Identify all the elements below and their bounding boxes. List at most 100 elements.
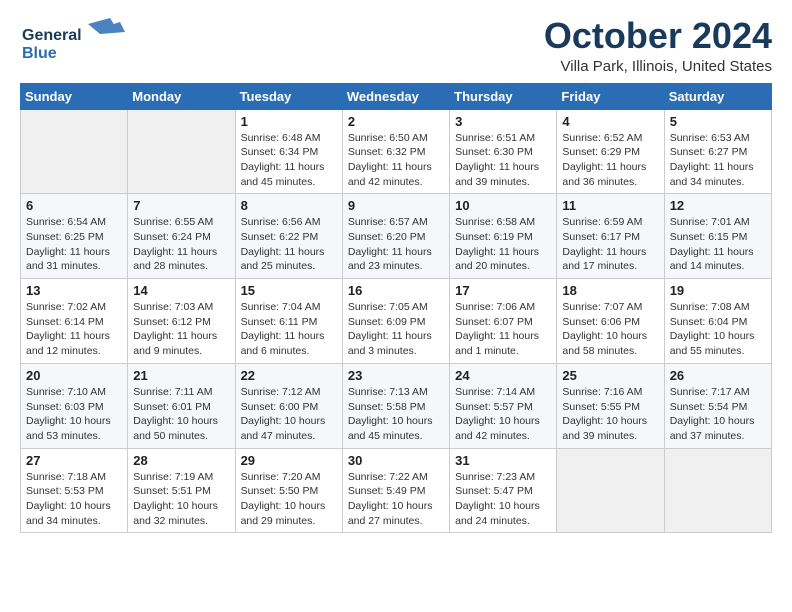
day-header-saturday: Saturday	[664, 83, 771, 109]
calendar-cell: 22Sunrise: 7:12 AMSunset: 6:00 PMDayligh…	[235, 363, 342, 448]
day-number: 1	[241, 114, 337, 129]
day-number: 29	[241, 453, 337, 468]
svg-text:General: General	[22, 27, 82, 44]
calendar-cell: 15Sunrise: 7:04 AMSunset: 6:11 PMDayligh…	[235, 279, 342, 364]
day-number: 17	[455, 283, 551, 298]
day-number: 11	[562, 198, 658, 213]
calendar-cell: 9 Sunrise: 6:57 AMSunset: 6:20 PMDaylight…	[342, 194, 449, 279]
day-number: 6	[26, 198, 122, 213]
calendar-week-row: 13 Sunrise: 7:02 AMSunset: 6:14 PMDayligh…	[21, 279, 772, 364]
calendar-cell: 30 Sunrise: 7:22 AMSunset: 5:49 PMDayligh…	[342, 448, 449, 533]
cell-content: Sunrise: 7:11 AMSunset: 6:01 PMDaylight:…	[133, 385, 229, 444]
cell-content: Sunrise: 7:13 AMSunset: 5:58 PMDaylight:…	[348, 385, 444, 444]
calendar-cell: 18 Sunrise: 7:07 AMSunset: 6:06 PMDayligh…	[557, 279, 664, 364]
calendar-cell: 10 Sunrise: 6:58 AMSunset: 6:19 PMDayligh…	[450, 194, 557, 279]
cell-content: Sunrise: 7:16 AMSunset: 5:55 PMDaylight:…	[562, 385, 658, 444]
calendar-cell	[664, 448, 771, 533]
day-number: 9	[348, 198, 444, 213]
calendar-table: SundayMondayTuesdayWednesdayThursdayFrid…	[20, 83, 772, 534]
day-number: 21	[133, 368, 229, 383]
cell-content: Sunrise: 7:05 AMSunset: 6:09 PMDaylight:…	[348, 300, 444, 359]
day-number: 19	[670, 283, 766, 298]
calendar-cell: 28 Sunrise: 7:19 AMSunset: 5:51 PMDayligh…	[128, 448, 235, 533]
cell-content: Sunrise: 6:48 AMSunset: 6:34 PMDaylight:…	[241, 131, 337, 190]
cell-content: Sunrise: 7:14 AMSunset: 5:57 PMDaylight:…	[455, 385, 551, 444]
cell-content: Sunrise: 6:53 AMSunset: 6:27 PMDaylight:…	[670, 131, 766, 190]
calendar-cell: 7 Sunrise: 6:55 AMSunset: 6:24 PMDaylight…	[128, 194, 235, 279]
day-number: 14	[133, 283, 229, 298]
cell-content: Sunrise: 6:57 AMSunset: 6:20 PMDaylight:…	[348, 215, 444, 274]
day-number: 25	[562, 368, 658, 383]
day-header-friday: Friday	[557, 83, 664, 109]
cell-content: Sunrise: 6:55 AMSunset: 6:24 PMDaylight:…	[133, 215, 229, 274]
day-number: 2	[348, 114, 444, 129]
calendar-header-row: SundayMondayTuesdayWednesdayThursdayFrid…	[21, 83, 772, 109]
cell-content: Sunrise: 7:18 AMSunset: 5:53 PMDaylight:…	[26, 470, 122, 529]
day-header-sunday: Sunday	[21, 83, 128, 109]
calendar-cell: 16Sunrise: 7:05 AMSunset: 6:09 PMDayligh…	[342, 279, 449, 364]
day-number: 22	[241, 368, 337, 383]
day-number: 7	[133, 198, 229, 213]
cell-content: Sunrise: 7:02 AMSunset: 6:14 PMDaylight:…	[26, 300, 122, 359]
cell-content: Sunrise: 7:17 AMSunset: 5:54 PMDaylight:…	[670, 385, 766, 444]
cell-content: Sunrise: 7:19 AMSunset: 5:51 PMDaylight:…	[133, 470, 229, 529]
calendar-cell: 3 Sunrise: 6:51 AMSunset: 6:30 PMDaylight…	[450, 109, 557, 194]
calendar-cell: 13 Sunrise: 7:02 AMSunset: 6:14 PMDayligh…	[21, 279, 128, 364]
calendar-cell	[557, 448, 664, 533]
cell-content: Sunrise: 6:56 AMSunset: 6:22 PMDaylight:…	[241, 215, 337, 274]
logo-svg: General Blue	[20, 16, 130, 66]
location: Villa Park, Illinois, United States	[544, 58, 772, 75]
cell-content: Sunrise: 7:23 AMSunset: 5:47 PMDaylight:…	[455, 470, 551, 529]
month-title: October 2024	[544, 16, 772, 56]
calendar-week-row: 27Sunrise: 7:18 AMSunset: 5:53 PMDayligh…	[21, 448, 772, 533]
cell-content: Sunrise: 6:59 AMSunset: 6:17 PMDaylight:…	[562, 215, 658, 274]
calendar-cell	[128, 109, 235, 194]
calendar-cell: 23Sunrise: 7:13 AMSunset: 5:58 PMDayligh…	[342, 363, 449, 448]
day-number: 28	[133, 453, 229, 468]
day-number: 31	[455, 453, 551, 468]
cell-content: Sunrise: 6:51 AMSunset: 6:30 PMDaylight:…	[455, 131, 551, 190]
day-number: 8	[241, 198, 337, 213]
day-number: 10	[455, 198, 551, 213]
cell-content: Sunrise: 6:58 AMSunset: 6:19 PMDaylight:…	[455, 215, 551, 274]
day-header-monday: Monday	[128, 83, 235, 109]
calendar-cell: 2 Sunrise: 6:50 AMSunset: 6:32 PMDaylight…	[342, 109, 449, 194]
day-number: 18	[562, 283, 658, 298]
calendar-cell: 31 Sunrise: 7:23 AMSunset: 5:47 PMDayligh…	[450, 448, 557, 533]
cell-content: Sunrise: 7:22 AMSunset: 5:49 PMDaylight:…	[348, 470, 444, 529]
calendar-cell: 11 Sunrise: 6:59 AMSunset: 6:17 PMDayligh…	[557, 194, 664, 279]
cell-content: Sunrise: 7:03 AMSunset: 6:12 PMDaylight:…	[133, 300, 229, 359]
calendar-cell	[21, 109, 128, 194]
day-number: 12	[670, 198, 766, 213]
day-header-wednesday: Wednesday	[342, 83, 449, 109]
day-number: 5	[670, 114, 766, 129]
cell-content: Sunrise: 7:08 AMSunset: 6:04 PMDaylight:…	[670, 300, 766, 359]
calendar-cell: 4Sunrise: 6:52 AMSunset: 6:29 PMDaylight…	[557, 109, 664, 194]
day-number: 13	[26, 283, 122, 298]
day-number: 30	[348, 453, 444, 468]
cell-content: Sunrise: 7:07 AMSunset: 6:06 PMDaylight:…	[562, 300, 658, 359]
calendar-cell: 19 Sunrise: 7:08 AMSunset: 6:04 PMDayligh…	[664, 279, 771, 364]
cell-content: Sunrise: 7:20 AMSunset: 5:50 PMDaylight:…	[241, 470, 337, 529]
title-block: October 2024 Villa Park, Illinois, Unite…	[544, 16, 772, 75]
day-header-tuesday: Tuesday	[235, 83, 342, 109]
cell-content: Sunrise: 7:06 AMSunset: 6:07 PMDaylight:…	[455, 300, 551, 359]
day-number: 26	[670, 368, 766, 383]
calendar-cell: 1 Sunrise: 6:48 AMSunset: 6:34 PMDaylight…	[235, 109, 342, 194]
day-header-thursday: Thursday	[450, 83, 557, 109]
day-number: 4	[562, 114, 658, 129]
calendar-cell: 14 Sunrise: 7:03 AMSunset: 6:12 PMDayligh…	[128, 279, 235, 364]
day-number: 3	[455, 114, 551, 129]
calendar-week-row: 20 Sunrise: 7:10 AMSunset: 6:03 PMDayligh…	[21, 363, 772, 448]
cell-content: Sunrise: 6:50 AMSunset: 6:32 PMDaylight:…	[348, 131, 444, 190]
cell-content: Sunrise: 7:04 AMSunset: 6:11 PMDaylight:…	[241, 300, 337, 359]
svg-text:Blue: Blue	[22, 45, 57, 62]
day-number: 20	[26, 368, 122, 383]
cell-content: Sunrise: 6:54 AMSunset: 6:25 PMDaylight:…	[26, 215, 122, 274]
calendar-week-row: 1 Sunrise: 6:48 AMSunset: 6:34 PMDaylight…	[21, 109, 772, 194]
cell-content: Sunrise: 7:01 AMSunset: 6:15 PMDaylight:…	[670, 215, 766, 274]
calendar-cell: 12 Sunrise: 7:01 AMSunset: 6:15 PMDayligh…	[664, 194, 771, 279]
header: General Blue October 2024 Villa Park, Il…	[20, 16, 772, 75]
cell-content: Sunrise: 7:10 AMSunset: 6:03 PMDaylight:…	[26, 385, 122, 444]
calendar-cell: 8 Sunrise: 6:56 AMSunset: 6:22 PMDaylight…	[235, 194, 342, 279]
